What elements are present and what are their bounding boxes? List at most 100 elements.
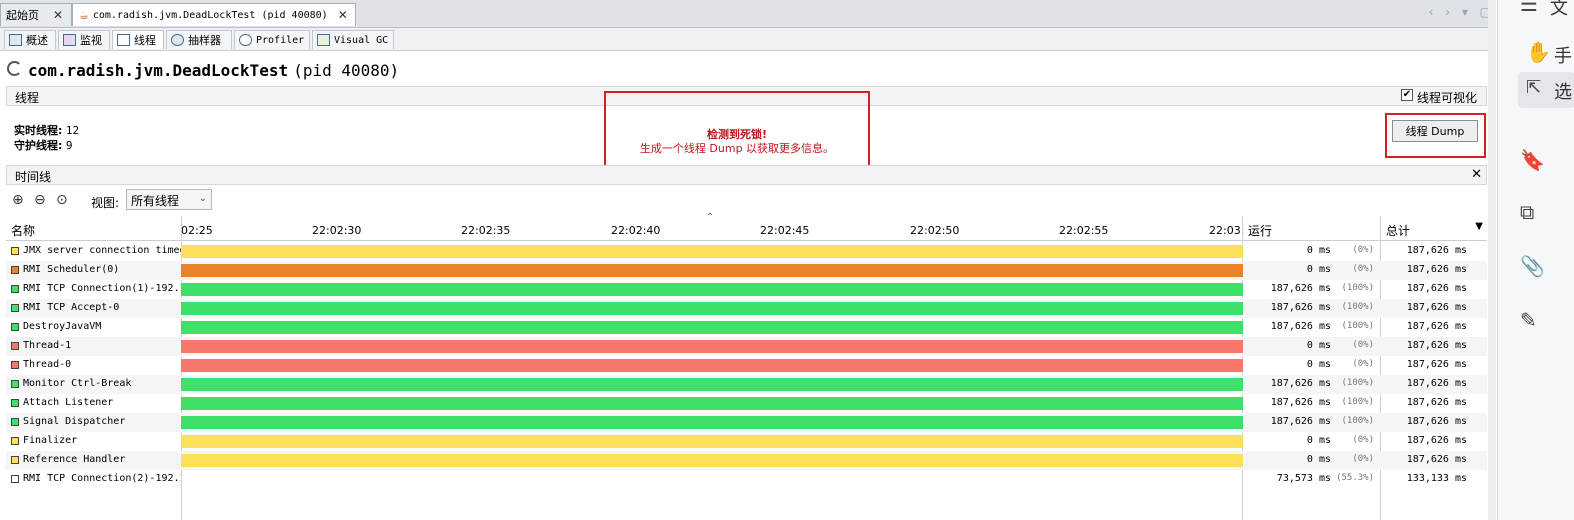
live-threads-value: 12 — [65, 124, 80, 137]
thread-state-swatch — [11, 247, 19, 255]
total-time: 187,626 ms — [1406, 340, 1467, 351]
threads-icon — [117, 34, 130, 46]
tab-nav-arrows[interactable]: ‹ › ▾ ▢ — [1429, 5, 1495, 19]
visualize-label[interactable]: 线程可视化 — [1417, 89, 1477, 106]
table-row[interactable]: RMI TCP Connection(1)-192.168 187,626 ms (… — [6, 280, 1487, 299]
table-row[interactable]: Finalizer 0 ms (0%) 187,626 ms — [6, 432, 1487, 451]
daemon-threads-label: 守护线程: — [14, 139, 63, 152]
column-running[interactable]: 运行 — [1248, 222, 1272, 239]
table-row[interactable]: RMI TCP Connection(2)-192.168 73,573 ms (5… — [6, 470, 1487, 489]
thread-timeline-bar — [181, 283, 1243, 296]
timeline-toolbar: ⊕ ⊖ ⊙ 视图: 所有线程 ⌄ — [6, 188, 1487, 214]
column-menu-icon[interactable]: ▼ — [1475, 221, 1483, 232]
tab-label: 线程 — [134, 34, 156, 47]
table-row[interactable]: RMI TCP Accept-0 187,626 ms (100%) 187,626 … — [6, 299, 1487, 318]
time-tick: 22:02:30 — [312, 224, 362, 237]
sign-icon[interactable]: ✎ — [1520, 308, 1537, 332]
running-percent: (100%) — [1341, 416, 1374, 426]
running-percent: (0%) — [1352, 359, 1374, 369]
thread-name: JMX server connection timeout — [23, 245, 181, 256]
menu-icon[interactable]: ☰ — [1520, 0, 1538, 16]
tab-profiler[interactable]: Profiler — [234, 30, 310, 49]
table-row[interactable]: Thread-1 0 ms (0%) 187,626 ms — [6, 337, 1487, 356]
thread-dump-button[interactable]: 线程 Dump — [1392, 120, 1478, 142]
time-tick: 22:02:55 — [1059, 224, 1109, 237]
zoom-in-icon[interactable]: ⊕ — [12, 192, 24, 208]
total-time: 187,626 ms — [1406, 321, 1467, 332]
view-select[interactable]: 所有线程 ⌄ — [126, 189, 212, 210]
pointer-icon: ⇱ — [1526, 77, 1542, 98]
total-time: 187,626 ms — [1406, 264, 1467, 275]
running-time: 73,573 ms — [1276, 473, 1331, 484]
total-time: 187,626 ms — [1406, 416, 1467, 427]
bookmark-icon[interactable]: 🔖 — [1520, 148, 1545, 172]
chevron-up-icon[interactable]: ⌃ — [706, 212, 714, 223]
tab-threads[interactable]: 线程 — [112, 30, 164, 49]
side-label: 手 — [1554, 46, 1572, 67]
table-row[interactable]: RMI Scheduler(0) 0 ms (0%) 187,626 ms — [6, 261, 1487, 280]
zoom-fit-icon[interactable]: ⊙ — [56, 192, 68, 208]
table-row[interactable]: Attach Listener 187,626 ms (100%) 187,626 m… — [6, 394, 1487, 413]
close-icon[interactable]: ✕ — [1471, 167, 1482, 182]
tab-overview[interactable]: 概述 — [4, 30, 56, 49]
thread-timeline-bar — [181, 359, 1243, 372]
copy-icon[interactable]: ⧉ — [1520, 200, 1534, 224]
tab-deadlock-test[interactable]: ☕ com.radish.jvm.DeadLockTest (pid 40080… — [72, 3, 356, 26]
close-icon[interactable]: ✕ — [338, 8, 348, 22]
thread-name: Thread-0 — [23, 359, 72, 370]
tab-visual-gc[interactable]: Visual GC — [312, 30, 394, 49]
column-total[interactable]: 总计 — [1386, 222, 1410, 239]
tab-sampler[interactable]: 抽样器 — [166, 30, 232, 49]
hand-icon[interactable]: ✋ — [1526, 40, 1551, 64]
table-row[interactable]: Signal Dispatcher 187,626 ms (100%) 187,626… — [6, 413, 1487, 432]
table-row[interactable]: Monitor Ctrl-Break 187,626 ms (100%) 187,62… — [6, 375, 1487, 394]
scrollbar[interactable] — [1488, 0, 1496, 520]
table-row[interactable]: Reference Handler 0 ms (0%) 187,626 ms — [6, 451, 1487, 470]
running-percent: (0%) — [1352, 245, 1374, 255]
visual-gc-icon — [317, 34, 330, 46]
thread-name: Reference Handler — [23, 454, 126, 465]
zoom-out-icon[interactable]: ⊖ — [34, 192, 46, 208]
total-time: 187,626 ms — [1406, 397, 1467, 408]
table-row[interactable]: Thread-0 0 ms (0%) 187,626 ms — [6, 356, 1487, 375]
thread-state-swatch — [11, 361, 19, 369]
close-icon[interactable]: ✕ — [53, 8, 63, 22]
java-icon: ☕ — [79, 8, 89, 22]
view-select-value: 所有线程 — [131, 194, 180, 208]
time-tick: 22:02:35 — [461, 224, 511, 237]
running-time: 187,626 ms — [1270, 416, 1331, 427]
running-time: 0 ms — [1306, 454, 1331, 465]
alert-message: 生成一个线程 Dump 以获取更多信息。 — [639, 142, 835, 155]
side-panel: ☰ 文 ✋ 手 ⇱ 选 🔖 ⧉ 📎 ✎ — [1497, 0, 1574, 520]
select-tool[interactable]: ⇱ 选 — [1518, 72, 1574, 108]
button-label: 线程 Dump — [1405, 125, 1465, 138]
running-time: 187,626 ms — [1270, 378, 1331, 389]
spinner-icon — [7, 61, 22, 76]
time-tick: 02:25 — [181, 224, 213, 237]
view-label: 视图: — [91, 196, 120, 210]
total-time: 187,626 ms — [1406, 378, 1467, 389]
tab-monitor[interactable]: 监视 — [58, 30, 110, 49]
attachment-icon[interactable]: 📎 — [1520, 254, 1545, 278]
thread-name: RMI TCP Connection(1)-192.168 — [23, 283, 181, 294]
running-time: 0 ms — [1306, 245, 1331, 256]
overview-icon — [9, 34, 22, 46]
thread-timeline-bar — [181, 416, 1243, 429]
thread-state-swatch — [11, 456, 19, 464]
visualize-checkbox[interactable]: ✔ — [1401, 89, 1413, 101]
thread-name: RMI Scheduler(0) — [23, 264, 120, 275]
column-name[interactable]: 名称 — [11, 222, 35, 239]
table-row[interactable]: JMX server connection timeout 0 ms (0%) 187… — [6, 242, 1487, 261]
thread-state-swatch — [11, 437, 19, 445]
tab-label: Visual GC — [334, 34, 389, 46]
tab-start-page[interactable]: 起始页 ✕ — [0, 3, 72, 26]
running-percent: (100%) — [1341, 378, 1374, 388]
running-time: 187,626 ms — [1270, 321, 1331, 332]
time-tick: 22:02:40 — [611, 224, 661, 237]
thread-name: Thread-1 — [23, 340, 72, 351]
running-time: 0 ms — [1306, 264, 1331, 275]
section-label: 线程 — [15, 91, 40, 105]
thread-name: Signal Dispatcher — [23, 416, 126, 427]
total-time: 187,626 ms — [1406, 359, 1467, 370]
table-row[interactable]: DestroyJavaVM 187,626 ms (100%) 187,626 ms — [6, 318, 1487, 337]
